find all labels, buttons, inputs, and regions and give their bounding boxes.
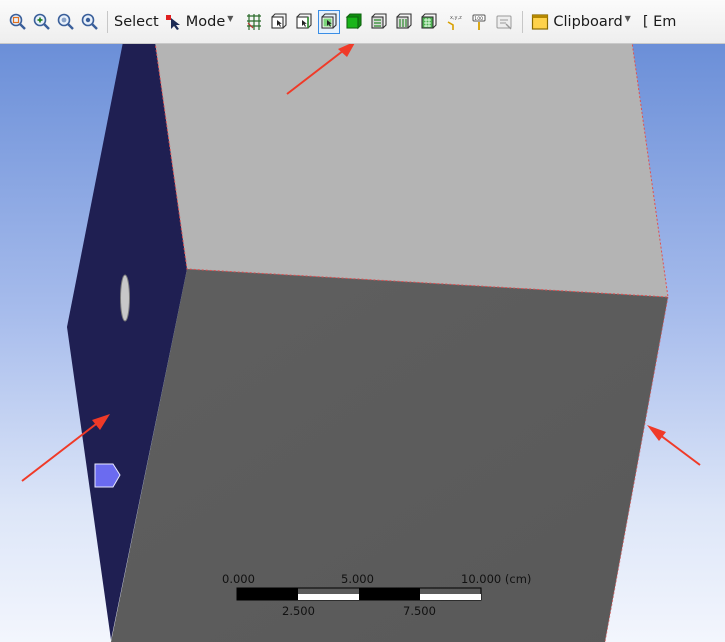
select-all-button[interactable] [418, 10, 440, 34]
zoom-box-icon [81, 13, 98, 30]
trailing-label[interactable]: [ Em [643, 10, 677, 34]
clipboard-label: Clipboard [553, 13, 623, 30]
zoom-out-button[interactable] [55, 10, 76, 34]
zoom-out-icon [57, 13, 74, 30]
cursor-select-icon [165, 14, 180, 30]
probe-button[interactable]: 100 [468, 10, 490, 34]
select-faces-button[interactable] [318, 9, 341, 34]
coordinate-button[interactable]: x,y,z [443, 10, 465, 34]
xyz-coordinate-icon: x,y,z [447, 15, 463, 30]
annotation-arrow [647, 425, 701, 466]
toolbar-separator [107, 10, 108, 33]
zoom-in-button[interactable] [31, 10, 52, 34]
select-mesh-button[interactable] [243, 10, 265, 34]
probe-icon: 100 [472, 14, 486, 30]
scale-label-7-5: 7.500 [403, 604, 436, 618]
body-select-icon [346, 12, 362, 29]
extend-limits-button[interactable] [393, 10, 415, 34]
svg-text:x,y,z: x,y,z [450, 15, 462, 21]
graphics-viewport[interactable]: 0.000 5.000 10.000 (cm) 2.500 7.500 [0, 44, 725, 642]
zoom-to-fit-button[interactable] [7, 10, 28, 34]
select-label: Select [114, 13, 159, 30]
select-edge-button[interactable] [293, 10, 315, 34]
chevron-down-icon: ▼ [227, 14, 234, 23]
chevron-down-icon: ▼ [624, 14, 631, 23]
hole [120, 274, 130, 322]
clipboard-icon [532, 13, 549, 30]
clipboard-icon-button[interactable] [529, 10, 551, 34]
scale-label-5: 5.000 [341, 572, 374, 586]
mesh-grid-icon [247, 13, 262, 30]
edge-select-icon [296, 12, 312, 29]
extend-limits-icon [396, 12, 412, 29]
front-face[interactable] [111, 269, 668, 642]
select-body-button[interactable] [343, 10, 365, 34]
zoom-box-button[interactable] [79, 10, 100, 34]
mode-dropdown[interactable]: Mode ▼ [186, 10, 234, 34]
zoom-in-icon [33, 13, 50, 30]
mode-label: Mode [185, 13, 226, 30]
scale-label-2-5: 2.500 [282, 604, 315, 618]
label-button[interactable] [493, 10, 515, 34]
graphics-toolbar: Select Mode ▼ x,y,z 100 Clipboard ▼ [Em [0, 0, 725, 44]
extend-adjacent-button[interactable] [368, 10, 390, 34]
scale-label-0: 0.000 [222, 572, 255, 586]
svg-text:100: 100 [475, 16, 484, 22]
scale-label-10: 10.000 (cm) [461, 572, 532, 586]
select-vertex-button[interactable] [268, 10, 290, 34]
face-select-icon [321, 12, 337, 29]
model-canvas[interactable] [0, 44, 725, 642]
clipboard-dropdown[interactable]: Clipboard ▼ [553, 10, 630, 34]
mechanical-app: Select Mode ▼ x,y,z 100 Clipboard ▼ [Em… [0, 0, 725, 642]
select-all-icon [421, 12, 437, 29]
top-face[interactable] [155, 44, 668, 297]
zoom-to-fit-icon [9, 13, 26, 30]
extend-adjacent-icon [371, 12, 387, 29]
toolbar-separator [522, 10, 524, 33]
label-icon [496, 15, 512, 29]
select-mode-button[interactable] [163, 10, 185, 34]
vertex-select-icon [271, 12, 287, 29]
